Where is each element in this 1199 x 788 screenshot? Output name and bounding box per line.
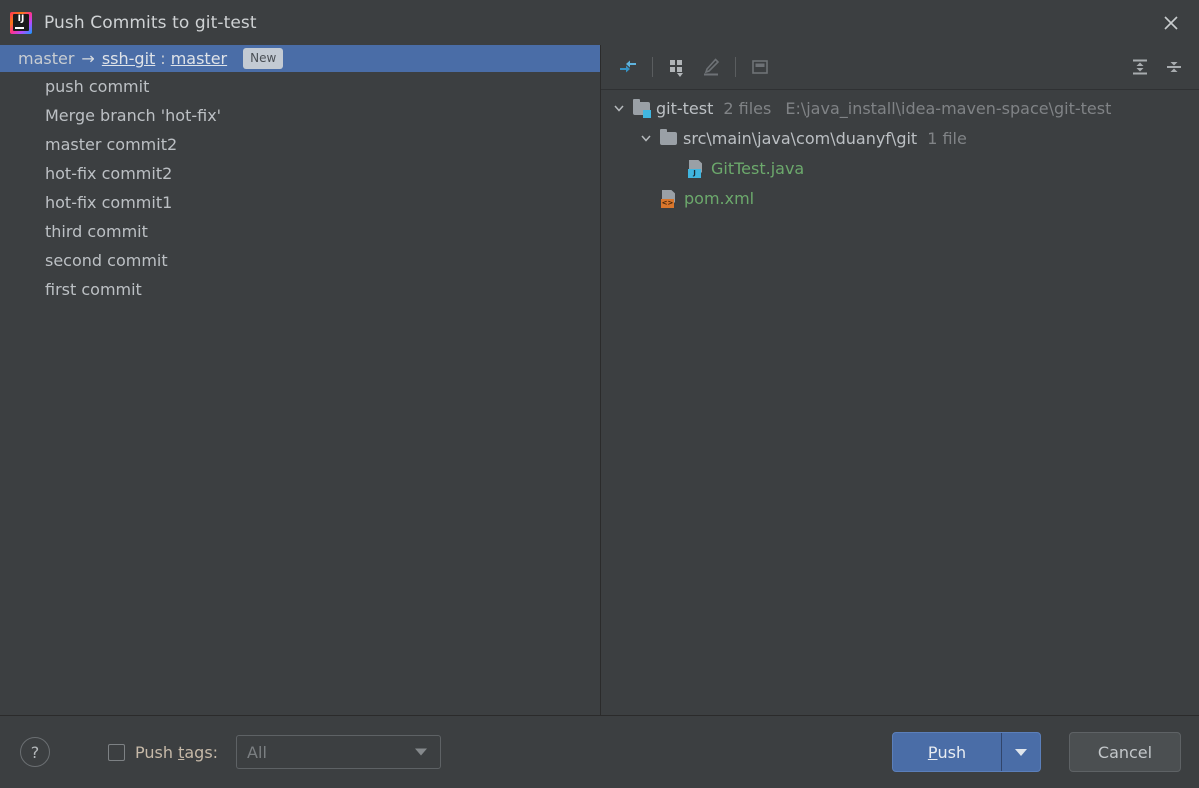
help-button[interactable]: ? (20, 737, 50, 767)
folder-icon (660, 128, 677, 147)
commit-message: second commit (45, 251, 168, 270)
commit-row[interactable]: hot-fix commit1 (0, 188, 600, 217)
edit-source-icon (694, 52, 728, 82)
commit-message: first commit (45, 280, 142, 299)
show-diff-icon[interactable] (611, 52, 645, 82)
push-spec-row[interactable]: master → ssh-git : master New (0, 45, 600, 72)
commit-row[interactable]: Merge branch 'hot-fix' (0, 101, 600, 130)
dialog-content: master → ssh-git : master New push commi… (0, 45, 1199, 716)
xml-badge-label: <> (661, 198, 674, 208)
help-icon: ? (30, 742, 40, 762)
push-split-button[interactable]: Push (892, 732, 1041, 772)
xml-file-icon: <> (661, 189, 678, 208)
preview-window-icon (743, 52, 777, 82)
chevron-down-icon (1015, 748, 1027, 756)
intellij-idea-logo-icon: IJ (10, 11, 32, 34)
cancel-button-label: Cancel (1097, 742, 1153, 762)
tree-row[interactable]: src\main\java\com\duanyf\git 1 file (601, 123, 1199, 153)
expand-all-icon[interactable] (1123, 52, 1157, 82)
close-icon[interactable] (1143, 0, 1199, 45)
title-bar: IJ Push Commits to git-test (0, 0, 1199, 45)
java-file-icon: J (688, 159, 705, 178)
tree-row[interactable]: <> pom.xml (601, 183, 1199, 213)
node-name: pom.xml (684, 188, 755, 208)
commit-message: push commit (45, 77, 150, 96)
source-branch-label: master (18, 49, 75, 68)
push-button-label: ush (937, 742, 967, 762)
push-dropdown-button[interactable] (1001, 733, 1040, 771)
new-branch-badge: New (243, 48, 284, 69)
push-button-mnemonic: P (927, 742, 938, 762)
group-by-icon[interactable] (660, 52, 694, 82)
push-commits-dialog: IJ Push Commits to git-test master → ssh… (0, 0, 1199, 788)
node-name: src\main\java\com\duanyf\git (683, 128, 918, 148)
files-toolbar (601, 45, 1199, 89)
remote-link[interactable]: ssh-git (102, 49, 155, 68)
commit-message: hot-fix commit2 (45, 164, 173, 183)
push-tags-label-before: Push (135, 742, 179, 762)
toolbar-separator (652, 57, 653, 77)
arrow-icon: → (81, 48, 95, 68)
commit-row[interactable]: first commit (0, 275, 600, 304)
chevron-down-icon[interactable] (611, 100, 627, 116)
push-tags-label: Push tags: (135, 743, 218, 762)
push-tags-label-after: ags: (184, 742, 219, 762)
tree-row[interactable]: git-test 2 files E:\java_install\idea-ma… (601, 93, 1199, 123)
module-folder-icon (633, 98, 651, 118)
commit-row[interactable]: push commit (0, 72, 600, 101)
commit-row[interactable]: third commit (0, 217, 600, 246)
commit-row[interactable]: second commit (0, 246, 600, 275)
push-button[interactable]: Push (893, 733, 1001, 771)
node-file-count: 1 file (927, 128, 967, 148)
chevron-down-icon (415, 748, 428, 756)
window-title: Push Commits to git-test (44, 12, 257, 33)
tree-row[interactable]: J GitTest.java (601, 153, 1199, 183)
commit-message: third commit (45, 222, 148, 241)
commit-row[interactable]: master commit2 (0, 130, 600, 159)
node-file-count: 2 files (723, 98, 772, 118)
target-branch-link[interactable]: master (171, 49, 227, 68)
push-tags-select[interactable]: All (236, 735, 442, 769)
node-name: GitTest.java (711, 158, 805, 178)
push-tags-select-value: All (247, 742, 267, 762)
push-tags-checkbox[interactable] (108, 743, 125, 761)
cancel-button[interactable]: Cancel (1069, 732, 1181, 772)
commit-message: Merge branch 'hot-fix' (45, 106, 222, 125)
toolbar-separator (735, 57, 736, 77)
spec-separator: : (160, 49, 166, 68)
changed-files-panel: git-test 2 files E:\java_install\idea-ma… (601, 45, 1199, 715)
collapse-all-icon[interactable] (1157, 52, 1191, 82)
file-tree[interactable]: git-test 2 files E:\java_install\idea-ma… (601, 90, 1199, 715)
dialog-footer: ? Push tags: All Push Cancel (0, 716, 1199, 788)
node-name: git-test (656, 98, 714, 118)
commit-message: hot-fix commit1 (45, 193, 173, 212)
node-path: E:\java_install\idea-maven-space\git-tes… (785, 98, 1112, 118)
chevron-down-icon[interactable] (638, 130, 654, 146)
commit-message: master commit2 (45, 135, 178, 154)
java-badge-label: J (688, 168, 701, 178)
commits-tree-panel[interactable]: master → ssh-git : master New push commi… (0, 45, 601, 715)
commit-row[interactable]: hot-fix commit2 (0, 159, 600, 188)
toolbar-right-group (1123, 45, 1191, 89)
